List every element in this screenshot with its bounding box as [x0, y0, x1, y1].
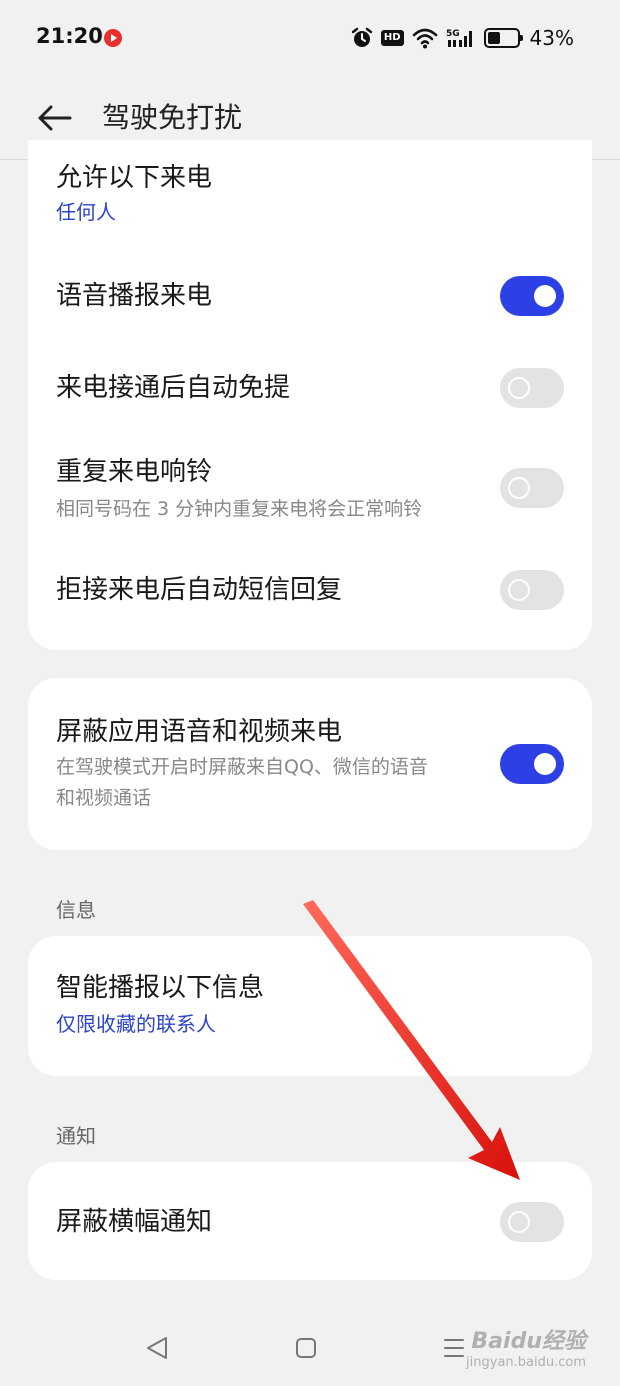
status-time: 21:20	[36, 24, 103, 48]
voice-announce-toggle[interactable]	[500, 276, 564, 316]
battery-fill	[487, 32, 500, 44]
block-app-calls-subtitle-line1: 在驾驶模式开启时屏蔽来自QQ、微信的语音	[56, 756, 428, 778]
voice-announce-item: 语音播报来电	[56, 278, 564, 314]
battery-icon	[483, 28, 523, 48]
smart-announce-title: 智能播报以下信息	[56, 973, 265, 1003]
back-button[interactable]	[36, 98, 76, 138]
page-title: 驾驶免打扰	[102, 101, 243, 134]
block-app-calls-item: 屏蔽应用语音和视频来电 在驾驶模式开启时屏蔽来自QQ、微信的语音 和视频通话	[56, 714, 564, 814]
block-banner-title: 屏蔽横幅通知	[56, 1207, 213, 1237]
smart-announce-item[interactable]: 智能播报以下信息 仅限收藏的联系人	[56, 970, 564, 1040]
5g-signal-icon: 5G	[446, 29, 472, 47]
block-app-calls-toggle[interactable]	[500, 744, 564, 784]
status-bar: 21:20 HD 5G 43%	[0, 0, 620, 76]
smart-announce-value: 仅限收藏的联系人	[56, 1012, 216, 1036]
block-banner-toggle[interactable]	[500, 1202, 564, 1242]
battery-percent: 43%	[529, 26, 574, 50]
block-app-calls-subtitle-line2: 和视频通话	[56, 787, 152, 809]
notifications-card: 屏蔽横幅通知	[28, 1162, 592, 1280]
auto-handsfree-item: 来电接通后自动免提	[56, 370, 564, 406]
repeat-ring-subtitle: 相同号码在 3 分钟内重复来电将会正常响铃	[56, 498, 423, 520]
repeat-ring-title: 重复来电响铃	[56, 457, 213, 487]
auto-handsfree-toggle[interactable]	[500, 368, 564, 408]
block-app-calls-title: 屏蔽应用语音和视频来电	[56, 717, 343, 747]
network-type-label: 5G	[446, 29, 460, 39]
watermark: Baidu经验 jingyan.baidu.com	[466, 1323, 586, 1370]
auto-handsfree-title: 来电接通后自动免提	[56, 373, 291, 403]
auto-sms-title: 拒接来电后自动短信回复	[56, 575, 343, 605]
status-indicators: HD 5G 43%	[351, 24, 574, 52]
auto-sms-item: 拒接来电后自动短信回复	[56, 572, 564, 608]
calls-settings-card: 允许以下来电 任何人 语音播报来电 来电接通后自动免提 重复来电响铃 相同号码在…	[28, 140, 592, 650]
settings-screen: 21:20 HD 5G 43% 驾驶免打扰 允许以下来电 任何人 语音播报来电 …	[0, 0, 620, 1386]
block-banner-item: 屏蔽横幅通知	[56, 1204, 564, 1240]
allow-calls-title: 允许以下来电	[56, 163, 213, 193]
screen-record-icon	[104, 29, 122, 47]
messages-section-label: 信息	[56, 898, 96, 922]
home-square-icon[interactable]	[286, 1328, 326, 1368]
auto-sms-toggle[interactable]	[500, 570, 564, 610]
notifications-section-label: 通知	[56, 1124, 96, 1148]
watermark-main: Baidu经验	[471, 1329, 586, 1354]
hd-icon: HD	[380, 30, 404, 46]
voice-announce-title: 语音播报来电	[56, 281, 213, 311]
block-app-calls-card: 屏蔽应用语音和视频来电 在驾驶模式开启时屏蔽来自QQ、微信的语音 和视频通话	[28, 678, 592, 850]
back-triangle-icon[interactable]	[138, 1328, 178, 1368]
allow-calls-value: 任何人	[56, 200, 116, 224]
repeat-ring-item: 重复来电响铃 相同号码在 3 分钟内重复来电将会正常响铃	[56, 454, 564, 525]
repeat-ring-toggle[interactable]	[500, 468, 564, 508]
allow-calls-item[interactable]: 允许以下来电 任何人	[56, 160, 564, 228]
navigation-bar: Baidu经验 jingyan.baidu.com	[0, 1306, 620, 1386]
watermark-sub: jingyan.baidu.com	[466, 1355, 586, 1370]
alarm-icon	[351, 27, 373, 47]
wifi-icon	[412, 28, 437, 49]
messages-card: 智能播报以下信息 仅限收藏的联系人	[28, 936, 592, 1076]
